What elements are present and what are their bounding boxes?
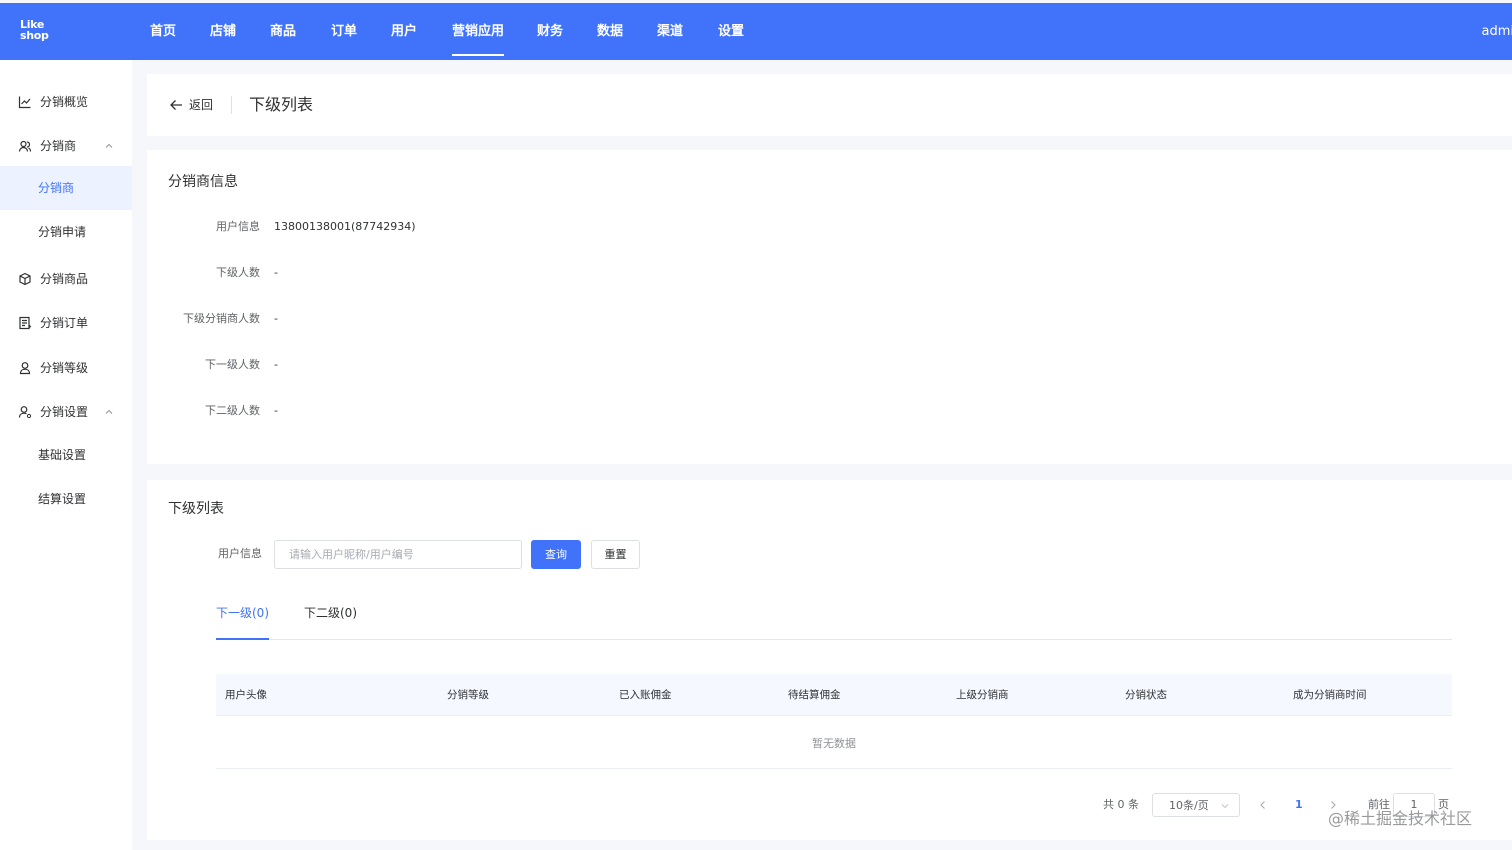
active-tab-indicator: [216, 638, 269, 640]
sidebar-item-basic-settings[interactable]: 基础设置: [0, 433, 132, 477]
chevron-down-icon: [1221, 804, 1229, 809]
sidebar-item-label: 分销商: [38, 181, 75, 195]
info-value: -: [274, 358, 278, 371]
sidebar-item-label: 分销概览: [40, 95, 89, 109]
sidebar-item-label: 结算设置: [38, 492, 87, 506]
info-label: 用户信息: [216, 220, 260, 233]
column-header: 待结算佣金: [788, 689, 841, 701]
user-search-input[interactable]: [274, 540, 522, 569]
sub-list-table: 用户头像 分销等级 已入账佣金 待结算佣金 上级分销商 分销状态 成为分销商时间…: [216, 674, 1452, 769]
info-label: 下二级人数: [205, 404, 260, 417]
section-title: 分销商信息: [168, 174, 238, 190]
sidebar-item-overview[interactable]: 分销概览: [0, 80, 132, 124]
sidebar-item-settlement-settings[interactable]: 结算设置: [0, 477, 132, 521]
section-title: 下级列表: [168, 501, 224, 517]
info-label: 下级分销商人数: [183, 312, 260, 325]
nav-settings[interactable]: 设置: [718, 22, 744, 42]
distributor-info-card: 分销商信息 用户信息 13800138001(87742934) 下级人数 - …: [147, 150, 1512, 464]
page-header-card: 返回 下级列表: [147, 74, 1512, 136]
likeshop-logo[interactable]: Like shop: [20, 19, 52, 41]
query-button[interactable]: 查询: [531, 540, 581, 569]
sidebar-item-distributors[interactable]: 分销商: [0, 166, 132, 210]
nav-home[interactable]: 首页: [150, 22, 176, 42]
nav-shop[interactable]: 店铺: [210, 22, 236, 42]
column-header: 分销状态: [1125, 689, 1167, 701]
users-icon: [18, 140, 32, 152]
top-navbar: Like shop 首页 店铺 商品 订单 用户 营销应用 财务 数据 渠道 设…: [0, 3, 1512, 60]
nav-users[interactable]: 用户: [391, 22, 417, 42]
chevron-up-icon: [105, 143, 113, 148]
filter-label: 用户信息: [218, 547, 262, 560]
page-size-select[interactable]: 10条/页: [1152, 793, 1240, 817]
arrow-left-icon: [170, 100, 182, 110]
nav-channels[interactable]: 渠道: [657, 22, 683, 42]
nav-finance[interactable]: 财务: [537, 22, 563, 42]
nav-orders[interactable]: 订单: [331, 22, 357, 42]
sub-list-card: 下级列表 用户信息 查询 重置 下一级(0) 下二级(0) 用户头像 分销等级 …: [147, 480, 1512, 840]
tab-level2[interactable]: 下二级(0): [304, 605, 357, 621]
sidebar-item-label: 基础设置: [38, 448, 87, 462]
prev-page-button[interactable]: [1259, 793, 1273, 817]
table-empty-row: 暂无数据: [216, 716, 1452, 769]
nav-marketing[interactable]: 营销应用: [452, 22, 505, 56]
column-header: 分销等级: [447, 689, 489, 701]
user-settings-icon: [18, 406, 32, 419]
info-value: -: [274, 312, 278, 325]
user-icon: [19, 362, 31, 375]
column-header: 已入账佣金: [619, 689, 672, 701]
watermark: @稀土掘金技术社区: [1328, 809, 1473, 828]
column-header: 上级分销商: [956, 689, 1009, 701]
reset-button[interactable]: 重置: [591, 540, 640, 569]
info-value: -: [274, 404, 278, 417]
info-label: 下级人数: [216, 266, 260, 279]
sidebar-item-distributors-group[interactable]: 分销商: [0, 124, 132, 168]
info-label: 下一级人数: [205, 358, 260, 371]
order-icon: [19, 316, 32, 330]
info-value: 13800138001(87742934): [274, 220, 416, 233]
nav-goods[interactable]: 商品: [270, 22, 296, 42]
sidebar: 分销概览 分销商 分销商 分销申请 分销商品 分销订单 分销等级 分销设置 基础…: [0, 60, 132, 850]
admin-user-menu[interactable]: admi: [1482, 22, 1512, 42]
header-divider: [231, 96, 232, 114]
box-icon: [19, 272, 31, 286]
table-header: 用户头像 分销等级 已入账佣金 待结算佣金 上级分销商 分销状态 成为分销商时间: [216, 674, 1452, 716]
info-value: -: [274, 266, 278, 279]
tab-level1[interactable]: 下一级(0): [216, 605, 269, 621]
logo-line2: shop: [20, 29, 49, 42]
page-number[interactable]: 1: [1295, 793, 1303, 817]
page-size-value: 10条/页: [1169, 799, 1209, 812]
sidebar-item-label: 分销商: [40, 139, 77, 153]
column-header: 用户头像: [225, 689, 267, 701]
nav-data[interactable]: 数据: [597, 22, 623, 42]
pagination-total: 共 0 条: [1103, 798, 1139, 811]
line-chart-icon: [18, 96, 31, 109]
chevron-left-icon: [1260, 801, 1265, 809]
column-header: 成为分销商时间: [1293, 689, 1367, 701]
back-label: 返回: [189, 98, 214, 112]
empty-text: 暂无数据: [812, 737, 856, 750]
level-tabs: 下一级(0) 下二级(0): [216, 598, 1452, 640]
page-title: 下级列表: [249, 95, 314, 114]
